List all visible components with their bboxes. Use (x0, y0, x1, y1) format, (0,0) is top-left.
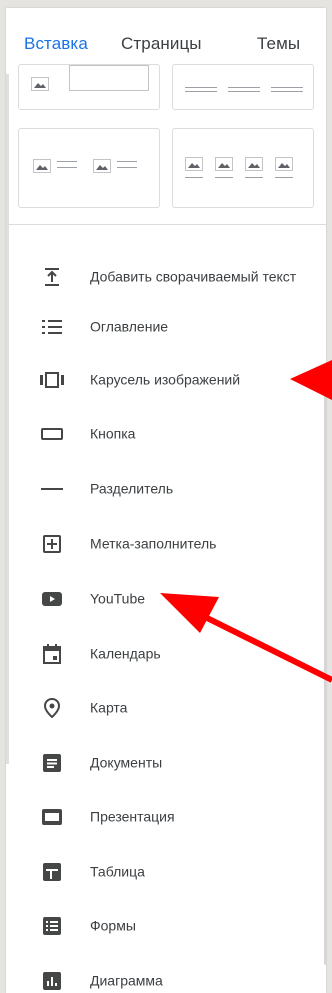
sheets-icon (39, 859, 65, 885)
item-label: Разделитель (90, 480, 174, 497)
layout-thumb-image-text[interactable] (18, 64, 160, 110)
tab-pages[interactable]: Страницы (121, 34, 202, 54)
insert-panel: Вставка Страницы Темы Добавить сворачива… (6, 8, 326, 993)
item-label: YouTube (90, 590, 146, 607)
item-label: Календарь (90, 645, 161, 662)
item-label: Карусель изображений (90, 371, 241, 388)
image-placeholder-icon (185, 157, 203, 171)
text-placeholder (69, 65, 149, 91)
item-placeholder[interactable]: Метка-заполнитель (6, 519, 326, 569)
item-image-carousel[interactable]: Карусель изображений (6, 355, 326, 405)
item-label: Диаграмма (90, 972, 163, 989)
chart-icon (39, 968, 65, 993)
image-placeholder-icon (31, 77, 49, 91)
divider-icon (39, 476, 65, 502)
item-label: Добавить сворачиваемый текст (90, 268, 297, 285)
item-label: Документы (90, 754, 163, 771)
screenshot-frame: Вставка Страницы Темы Добавить сворачива… (0, 0, 332, 993)
table-of-contents-icon (39, 314, 65, 340)
layout-thumb-three-text[interactable] (172, 64, 314, 110)
item-button[interactable]: Кнопка (6, 409, 326, 459)
item-label: Метка-заполнитель (90, 535, 217, 552)
slides-icon (39, 804, 65, 830)
calendar-icon (39, 641, 65, 667)
item-table-of-contents[interactable]: Оглавление (6, 302, 326, 352)
item-label: Кнопка (90, 425, 136, 442)
section-divider (6, 224, 326, 225)
tab-themes[interactable]: Темы (257, 34, 300, 54)
image-carousel-icon (39, 367, 65, 393)
button-icon (39, 421, 65, 447)
image-placeholder-icon (33, 159, 51, 173)
item-label: Презентация (90, 808, 175, 825)
image-placeholder-icon (245, 157, 263, 171)
youtube-icon (39, 586, 65, 612)
item-divider[interactable]: Разделитель (6, 464, 326, 514)
tab-insert[interactable]: Вставка (24, 34, 88, 54)
forms-icon (39, 913, 65, 939)
item-forms[interactable]: Формы (6, 901, 326, 951)
map-pin-icon (39, 695, 65, 721)
item-label: Карта (90, 699, 128, 716)
image-placeholder-icon (215, 157, 233, 171)
layout-thumb-four-images[interactable] (172, 128, 314, 208)
item-label: Таблица (90, 863, 145, 880)
layout-thumb-two-image-text[interactable] (18, 128, 160, 208)
collapsible-text-icon (39, 264, 65, 290)
item-chart[interactable]: Диаграмма (6, 956, 326, 993)
item-label: Формы (90, 917, 136, 934)
docs-icon (39, 750, 65, 776)
item-calendar[interactable]: Календарь (6, 629, 326, 679)
image-placeholder-icon (275, 157, 293, 171)
item-youtube[interactable]: YouTube (6, 574, 326, 624)
item-slides[interactable]: Презентация (6, 792, 326, 842)
item-sheets[interactable]: Таблица (6, 847, 326, 897)
layout-gallery (6, 64, 326, 224)
placeholder-icon (39, 531, 65, 557)
item-label: Оглавление (90, 318, 169, 335)
item-docs[interactable]: Документы (6, 738, 326, 788)
scrollbar[interactable] (324, 365, 326, 965)
item-map[interactable]: Карта (6, 683, 326, 733)
item-collapsible-text[interactable]: Добавить сворачиваемый текст (6, 247, 326, 307)
image-placeholder-icon (93, 159, 111, 173)
